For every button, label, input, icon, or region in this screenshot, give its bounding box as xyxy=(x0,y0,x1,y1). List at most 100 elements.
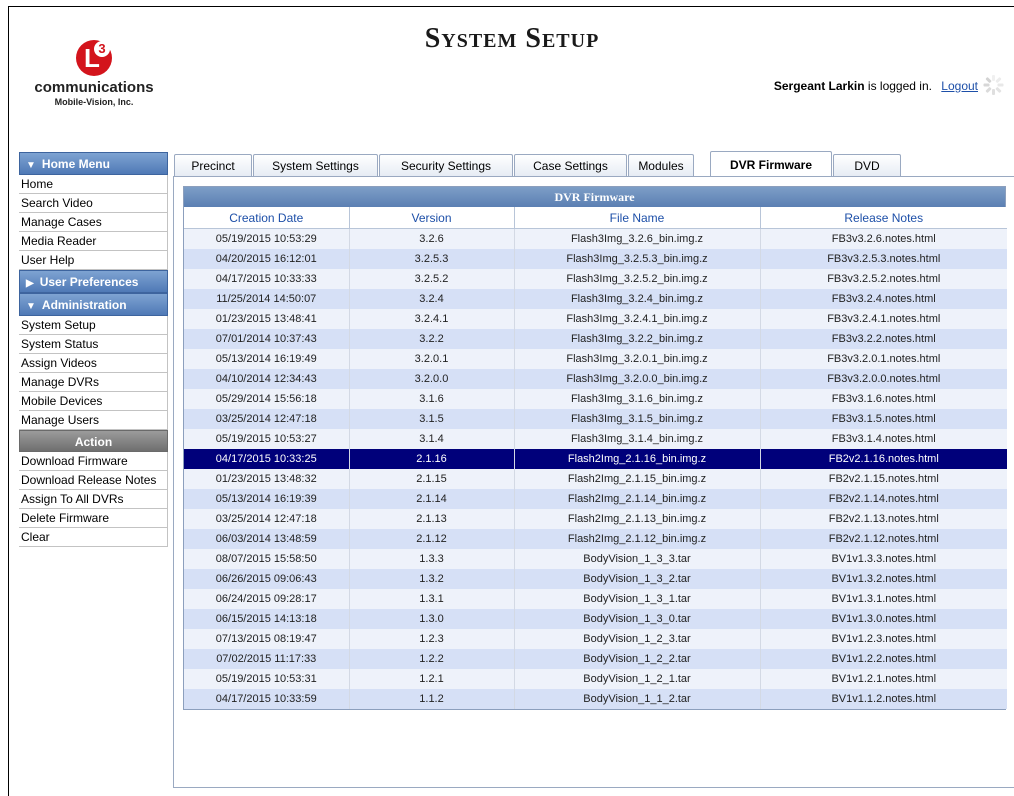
administration-header[interactable]: ▼ Administration xyxy=(19,293,168,316)
sidebar-item-system-status[interactable]: System Status xyxy=(19,335,168,354)
cell-version: 3.2.5.2 xyxy=(348,269,514,289)
user-preferences-header[interactable]: ▶ User Preferences xyxy=(19,270,168,293)
column-header-release-notes[interactable]: Release Notes xyxy=(759,207,1007,229)
table-row[interactable]: 05/19/2015 10:53:27 3.1.4 Flash3Img_3.1.4_… xyxy=(184,429,1007,449)
administration-list: System Setup System Status Assign Videos Ma… xyxy=(19,316,168,430)
collapse-arrow-icon: ▼ xyxy=(26,301,36,312)
cell-release-notes: BV1v1.3.3.notes.html xyxy=(759,549,1007,569)
page-title: System Setup xyxy=(424,23,600,54)
cell-creation-date: 05/19/2015 10:53:31 xyxy=(184,669,349,689)
cell-release-notes: FB3v3.1.4.notes.html xyxy=(759,429,1007,449)
cell-version: 3.2.2 xyxy=(348,329,514,349)
table-row[interactable]: 05/13/2014 16:19:49 3.2.0.1 Flash3Img_3.2.… xyxy=(184,349,1007,369)
cell-version: 3.2.0.0 xyxy=(348,369,514,389)
cell-version: 2.1.16 xyxy=(348,449,514,469)
cell-file-name: BodyVision_1_3_1.tar xyxy=(513,589,760,609)
cell-version: 3.1.6 xyxy=(348,389,514,409)
sidebar-item-search-video[interactable]: Search Video xyxy=(19,194,168,213)
action-item-clear[interactable]: Clear xyxy=(19,528,168,547)
table-row[interactable]: 06/03/2014 13:48:59 2.1.12 Flash2Img_2.1.1… xyxy=(184,529,1007,549)
cell-file-name: Flash3Img_3.2.0.0_bin.img.z xyxy=(513,369,760,389)
tab-case-settings[interactable]: Case Settings xyxy=(514,154,627,176)
cell-creation-date: 11/25/2014 14:50:07 xyxy=(184,289,349,309)
table-row[interactable]: 05/19/2015 10:53:31 1.2.1 BodyVision_1_2_1… xyxy=(184,669,1007,689)
cell-creation-date: 04/17/2015 10:33:33 xyxy=(184,269,349,289)
tab-system-settings[interactable]: System Settings xyxy=(253,154,378,176)
cell-file-name: Flash3Img_3.2.6_bin.img.z xyxy=(513,228,760,249)
cell-release-notes: BV1v1.2.1.notes.html xyxy=(759,669,1007,689)
cell-creation-date: 07/13/2015 08:19:47 xyxy=(184,629,349,649)
table-row[interactable]: 06/26/2015 09:06:43 1.3.2 BodyVision_1_3_2… xyxy=(184,569,1007,589)
table-row[interactable]: 06/15/2015 14:13:18 1.3.0 BodyVision_1_3_0… xyxy=(184,609,1007,629)
table-row-selected[interactable]: 04/17/2015 10:33:25 2.1.16 Flash2Img_2.1.1… xyxy=(184,449,1007,469)
table-row[interactable]: 05/29/2014 15:56:18 3.1.6 Flash3Img_3.1.6_… xyxy=(184,389,1007,409)
cell-creation-date: 06/03/2014 13:48:59 xyxy=(184,529,349,549)
action-item-download-release-notes[interactable]: Download Release Notes xyxy=(19,471,168,490)
table-row[interactable]: 08/07/2015 15:58:50 1.3.3 BodyVision_1_3_3… xyxy=(184,549,1007,569)
table-row[interactable]: 07/01/2014 10:37:43 3.2.2 Flash3Img_3.2.2_… xyxy=(184,329,1007,349)
logout-link[interactable]: Logout xyxy=(941,79,978,93)
table-row[interactable]: 05/13/2014 16:19:39 2.1.14 Flash2Img_2.1.1… xyxy=(184,489,1007,509)
action-header: Action xyxy=(19,430,168,452)
cell-release-notes: FB3v3.2.0.1.notes.html xyxy=(759,349,1007,369)
cell-creation-date: 05/13/2014 16:19:49 xyxy=(184,349,349,369)
sidebar-item-manage-dvrs[interactable]: Manage DVRs xyxy=(19,373,168,392)
action-item-download-firmware[interactable]: Download Firmware xyxy=(19,452,168,471)
cell-creation-date: 04/10/2014 12:34:43 xyxy=(184,369,349,389)
table-row[interactable]: 04/10/2014 12:34:43 3.2.0.0 Flash3Img_3.2.… xyxy=(184,369,1007,389)
cell-version: 3.2.4.1 xyxy=(348,309,514,329)
username: Sergeant Larkin xyxy=(773,79,865,93)
table-row[interactable]: 01/23/2015 13:48:41 3.2.4.1 Flash3Img_3.2.… xyxy=(184,309,1007,329)
sidebar-item-manage-users[interactable]: Manage Users xyxy=(19,411,168,430)
tab-precinct[interactable]: Precinct xyxy=(174,154,252,176)
tab-dvd[interactable]: DVD xyxy=(833,154,901,176)
column-header-version[interactable]: Version xyxy=(348,207,514,229)
table-row[interactable]: 04/20/2015 16:12:01 3.2.5.3 Flash3Img_3.2.… xyxy=(184,249,1007,269)
login-suffix: is logged in. xyxy=(867,79,932,93)
action-item-delete-firmware[interactable]: Delete Firmware xyxy=(19,509,168,528)
cell-file-name: Flash2Img_2.1.14_bin.img.z xyxy=(513,489,760,509)
sidebar-item-user-help[interactable]: User Help xyxy=(19,251,168,270)
sidebar-item-system-setup[interactable]: System Setup xyxy=(19,316,168,335)
sidebar-item-assign-videos[interactable]: Assign Videos xyxy=(19,354,168,373)
cell-file-name: BodyVision_1_3_3.tar xyxy=(513,549,760,569)
tab-dvr-firmware[interactable]: DVR Firmware xyxy=(710,151,832,177)
cell-creation-date: 04/17/2015 10:33:59 xyxy=(184,689,349,709)
table-body: 05/19/2015 10:53:29 3.2.6 Flash3Img_3.2.6_… xyxy=(184,228,1007,709)
cell-creation-date: 04/17/2015 10:33:25 xyxy=(184,449,349,469)
cell-release-notes: FB2v2.1.13.notes.html xyxy=(759,509,1007,529)
sidebar-item-media-reader[interactable]: Media Reader xyxy=(19,232,168,251)
table-row[interactable]: 04/17/2015 10:33:33 3.2.5.2 Flash3Img_3.2.… xyxy=(184,269,1007,289)
table-row[interactable]: 07/02/2015 11:17:33 1.2.2 BodyVision_1_2_2… xyxy=(184,649,1007,669)
cell-file-name: Flash2Img_2.1.16_bin.img.z xyxy=(513,449,760,469)
table-row[interactable]: 01/23/2015 13:48:32 2.1.15 Flash2Img_2.1.1… xyxy=(184,469,1007,489)
table-row[interactable]: 05/19/2015 10:53:29 3.2.6 Flash3Img_3.2.6_… xyxy=(184,228,1007,249)
expand-arrow-icon: ▶ xyxy=(26,278,34,289)
sidebar-item-home[interactable]: Home xyxy=(19,175,168,194)
sidebar-item-mobile-devices[interactable]: Mobile Devices xyxy=(19,392,168,411)
sidebar-item-manage-cases[interactable]: Manage Cases xyxy=(19,213,168,232)
table-row[interactable]: 06/24/2015 09:28:17 1.3.1 BodyVision_1_3_1… xyxy=(184,589,1007,609)
collapse-arrow-icon: ▼ xyxy=(26,160,36,171)
table-row[interactable]: 11/25/2014 14:50:07 3.2.4 Flash3Img_3.2.4_… xyxy=(184,289,1007,309)
table-row[interactable]: 04/17/2015 10:33:59 1.1.2 BodyVision_1_1_2… xyxy=(184,689,1007,709)
cell-file-name: BodyVision_1_2_3.tar xyxy=(513,629,760,649)
cell-release-notes: BV1v1.2.2.notes.html xyxy=(759,649,1007,669)
action-item-assign-to-all-dvrs[interactable]: Assign To All DVRs xyxy=(19,490,168,509)
tab-modules[interactable]: Modules xyxy=(628,154,694,176)
table-row[interactable]: 07/13/2015 08:19:47 1.2.3 BodyVision_1_2_3… xyxy=(184,629,1007,649)
cell-release-notes: FB2v2.1.12.notes.html xyxy=(759,529,1007,549)
column-header-creation-date[interactable]: Creation Date xyxy=(184,207,349,229)
table-row[interactable]: 03/25/2014 12:47:18 2.1.13 Flash2Img_2.1.1… xyxy=(184,509,1007,529)
home-menu-header[interactable]: ▼ Home Menu xyxy=(19,152,168,175)
column-header-file-name[interactable]: File Name xyxy=(513,207,760,229)
cell-file-name: BodyVision_1_2_2.tar xyxy=(513,649,760,669)
cell-creation-date: 05/19/2015 10:53:29 xyxy=(184,228,349,249)
cell-version: 1.3.0 xyxy=(348,609,514,629)
cell-release-notes: FB3v3.1.6.notes.html xyxy=(759,389,1007,409)
cell-creation-date: 05/19/2015 10:53:27 xyxy=(184,429,349,449)
cell-release-notes: BV1v1.1.2.notes.html xyxy=(759,689,1007,709)
table-row[interactable]: 03/25/2014 12:47:18 3.1.5 Flash3Img_3.1.5_… xyxy=(184,409,1007,429)
tab-security-settings[interactable]: Security Settings xyxy=(379,154,513,176)
table-title: DVR Firmware xyxy=(184,187,1005,207)
